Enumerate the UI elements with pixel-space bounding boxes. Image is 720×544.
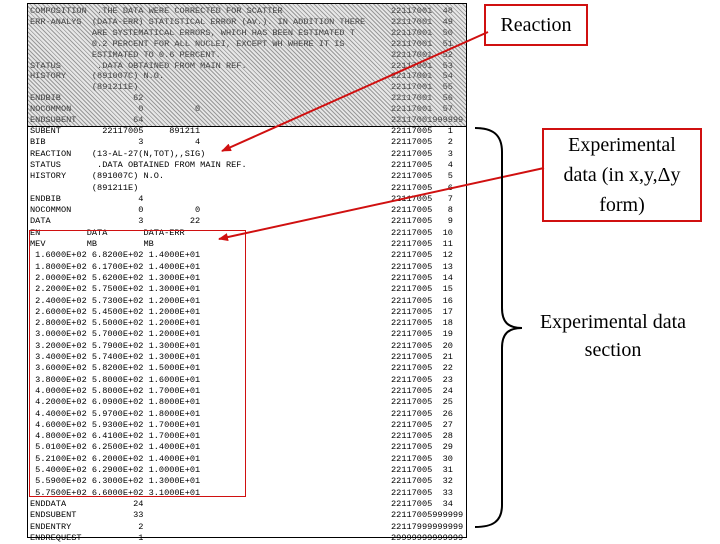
section-brace	[474, 127, 523, 528]
experimental-data-arrow	[218, 167, 545, 241]
reaction-arrow	[221, 31, 489, 152]
annotation-overlay	[218, 31, 545, 528]
